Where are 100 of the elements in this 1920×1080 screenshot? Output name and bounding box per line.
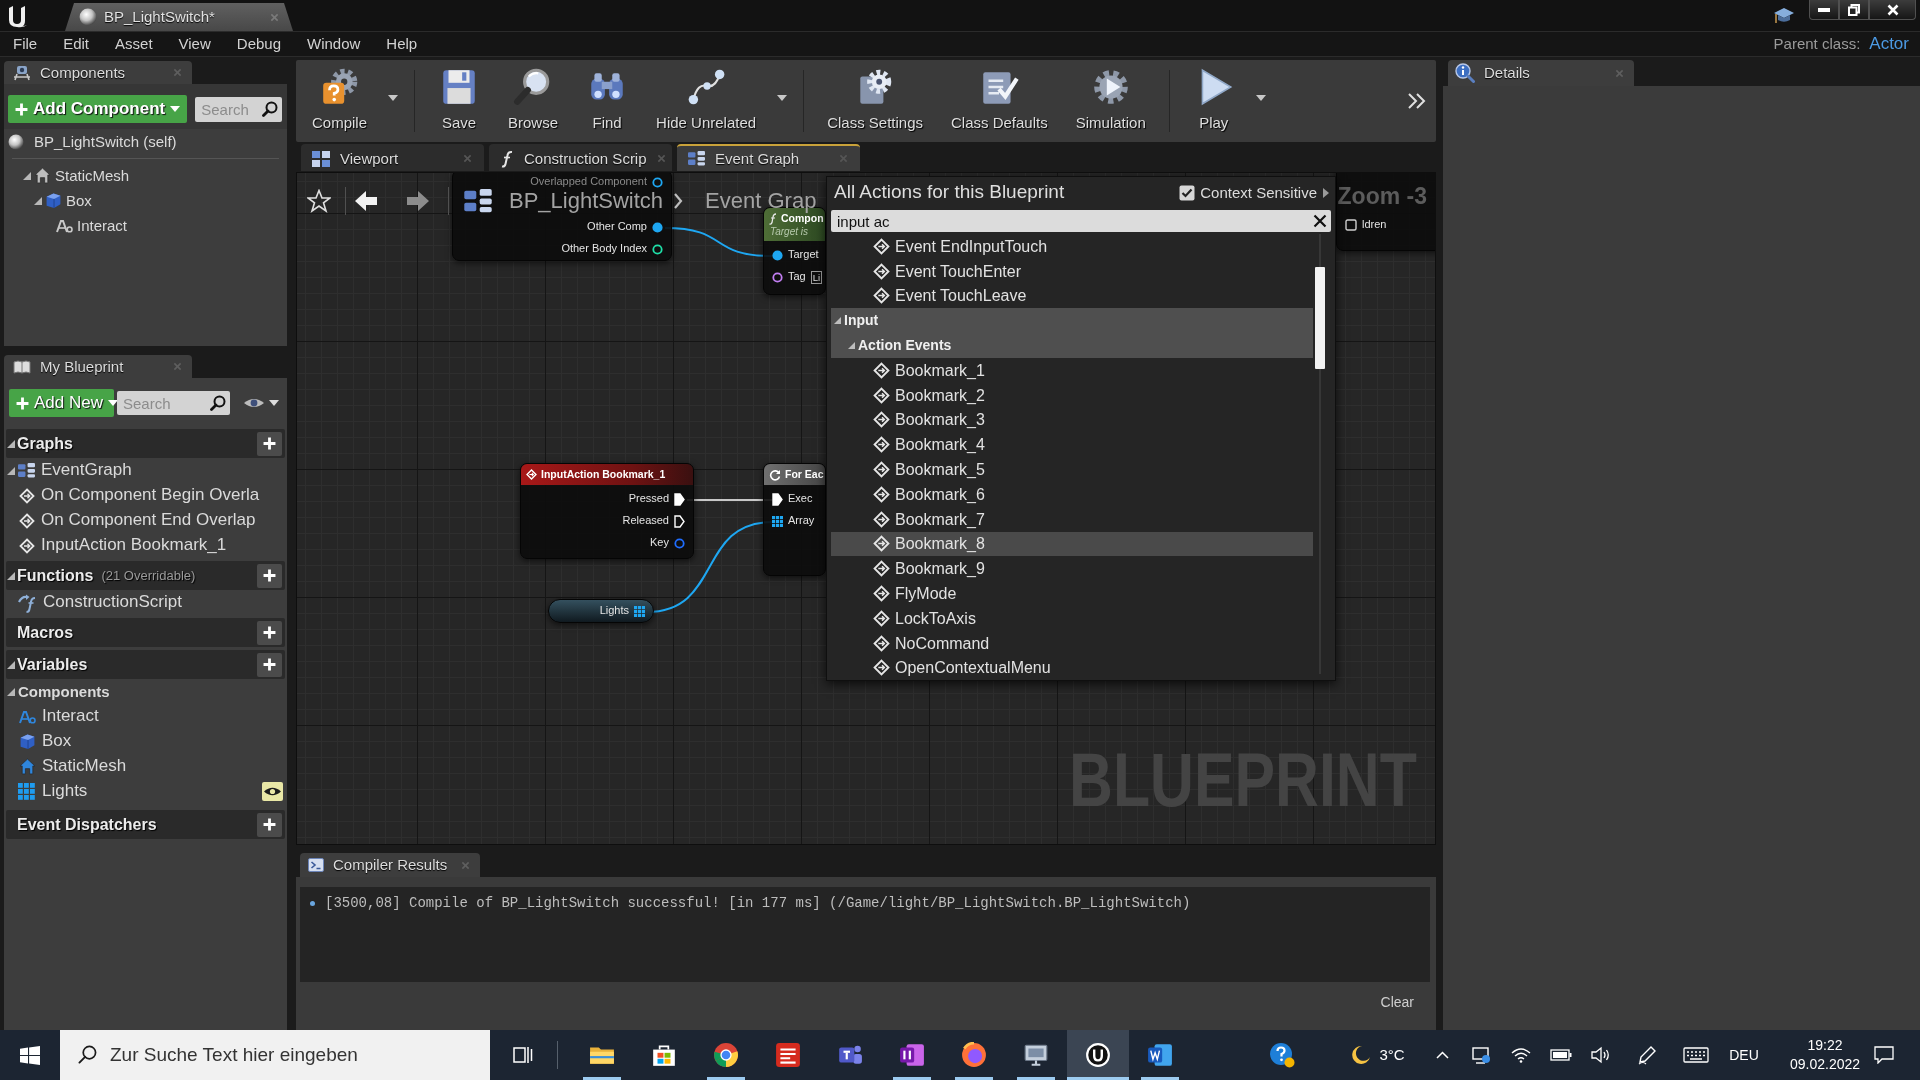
expanded-arrow-icon[interactable]	[848, 342, 855, 350]
tree-item[interactable]: Box	[4, 729, 287, 754]
expanded-arrow-icon[interactable]	[7, 466, 15, 475]
menu-item[interactable]: Edit	[50, 33, 103, 55]
grid-pin-icon[interactable]	[634, 605, 645, 617]
editor-tab[interactable]: Viewport	[301, 144, 484, 171]
variable-node[interactable]: Lights	[548, 599, 654, 623]
data-pin-icon[interactable]	[652, 221, 663, 233]
language-button[interactable]: DEU	[1725, 1030, 1763, 1080]
exec-pin-icon[interactable]	[772, 492, 783, 506]
exec-pin-icon[interactable]	[674, 514, 685, 528]
editor-tab[interactable]: Construction Scrip	[489, 144, 672, 171]
toolbar-button[interactable]: Class Settings	[813, 60, 937, 142]
menu-item[interactable]: Asset	[102, 33, 166, 55]
toolbar-button[interactable]: Play	[1178, 60, 1249, 142]
toolbar-button[interactable]: Class Defaults	[937, 60, 1062, 142]
weather-button[interactable]: 3°C	[1337, 1030, 1419, 1080]
taskbar-button[interactable]	[1067, 1030, 1129, 1080]
expanded-arrow-icon[interactable]	[23, 171, 31, 180]
menu-item[interactable]: Help	[373, 33, 431, 55]
data-pin-icon[interactable]	[652, 176, 663, 188]
toolbar-button[interactable]: Hide Unrelated	[642, 60, 771, 142]
search-field[interactable]: Zur Suche Text hier eingeben	[60, 1030, 490, 1080]
search-field[interactable]: Search	[117, 391, 230, 415]
category-row[interactable]: Input	[831, 308, 1313, 334]
expanded-arrow-icon[interactable]	[834, 317, 841, 325]
action-item[interactable]: Event EndInputTouch	[831, 234, 1313, 259]
search-field[interactable]: input ac	[831, 210, 1331, 232]
expanded-arrow-icon[interactable]	[7, 660, 15, 669]
graph-node[interactable]: InputAction Bookmark_1 Pressed Released Key	[520, 463, 694, 559]
exec-pin-icon[interactable]	[674, 492, 685, 506]
toolbar-button[interactable]: Find	[572, 60, 643, 142]
tree-item[interactable]: Lights	[4, 779, 287, 804]
data-pin-icon[interactable]	[772, 271, 783, 283]
toolbar-button[interactable]: Save	[424, 60, 495, 142]
menu-item[interactable]: View	[165, 33, 224, 55]
restore-button[interactable]	[1839, 0, 1869, 20]
panel-tab[interactable]: Components	[4, 61, 192, 84]
search-field[interactable]: Search	[195, 96, 283, 122]
clear-icon[interactable]	[1313, 214, 1327, 228]
action-item[interactable]: LockToAxis	[831, 605, 1313, 631]
minimize-button[interactable]	[1809, 0, 1839, 20]
panel-tab[interactable]: My Blueprint	[4, 355, 192, 378]
close-button[interactable]	[1869, 0, 1916, 20]
action-item[interactable]: Event TouchLeave	[831, 283, 1313, 309]
submenu-arrow-icon[interactable]	[1323, 187, 1329, 198]
menu-item[interactable]: File	[0, 33, 51, 55]
menu-item[interactable]: Window	[294, 33, 374, 55]
action-item[interactable]: Bookmark_5	[831, 457, 1313, 482]
data-pin-icon[interactable]	[652, 243, 663, 255]
menu-item[interactable]: Debug	[223, 33, 294, 55]
tree-item[interactable]: ConstructionScript	[4, 590, 287, 615]
action-item[interactable]: Bookmark_3	[831, 407, 1313, 433]
checkbox-label[interactable]: Context Sensitive	[1200, 183, 1317, 202]
forward-arrow-icon[interactable]	[406, 190, 430, 212]
action-item[interactable]: OpenContextualMenu	[831, 655, 1313, 678]
add-button[interactable]	[257, 652, 282, 677]
expanded-arrow-icon[interactable]	[7, 439, 15, 448]
tree-item[interactable]: Components	[4, 679, 287, 704]
tree-item[interactable]: InputAction Bookmark_1	[4, 533, 287, 558]
document-tab[interactable]: BP_LightSwitch*	[65, 3, 293, 31]
category-row[interactable]: Action Events	[831, 333, 1313, 358]
checkbox[interactable]	[1179, 184, 1196, 201]
clock-button[interactable]: 19:22 09.02.2022	[1783, 1030, 1867, 1080]
action-item[interactable]: Event TouchEnter	[831, 258, 1313, 284]
tree-item[interactable]: Interact	[4, 704, 287, 729]
action-item[interactable]: Bookmark_8	[831, 531, 1313, 557]
add-button[interactable]	[257, 812, 282, 837]
tree-item[interactable]: Interact	[4, 213, 287, 238]
editor-tab[interactable]: Event Graph	[677, 144, 860, 171]
tree-item[interactable]: EventGraph	[4, 458, 287, 483]
expanded-arrow-icon[interactable]	[7, 687, 15, 696]
action-item[interactable]: Bookmark_6	[831, 481, 1313, 507]
add-button[interactable]	[257, 563, 282, 588]
pin-value-field[interactable]: Li	[810, 270, 823, 284]
action-item[interactable]: FlyMode	[831, 581, 1313, 606]
expanded-arrow-icon[interactable]	[7, 571, 15, 580]
data-pin-icon[interactable]	[772, 249, 783, 261]
panel-tab[interactable]: Details	[1448, 60, 1634, 86]
toolbar-button[interactable]: Simulation	[1061, 60, 1160, 142]
tree-item[interactable]: StaticMesh	[4, 754, 287, 779]
action-item[interactable]: Bookmark_7	[831, 506, 1313, 532]
graph-node[interactable]: For Eac Exec Array	[763, 463, 826, 576]
tree-item[interactable]: BP_LightSwitch (self)	[4, 129, 287, 154]
action-item[interactable]: Bookmark_9	[831, 556, 1313, 582]
eye-icon[interactable]	[262, 782, 283, 801]
action-item[interactable]: Bookmark_4	[831, 432, 1313, 458]
expanded-arrow-icon[interactable]	[34, 196, 42, 205]
toolbar-button[interactable]: Compile	[298, 60, 382, 142]
breadcrumb-link[interactable]: BP_LightSwitch	[509, 187, 664, 215]
tree-item[interactable]: On Component End Overlap	[4, 508, 287, 533]
checkbox[interactable]	[1345, 219, 1357, 231]
star-icon[interactable]	[307, 189, 331, 213]
tree-item[interactable]: StaticMesh	[4, 163, 287, 188]
parent-class-link[interactable]: Actor	[1869, 33, 1909, 55]
action-item[interactable]: NoCommand	[831, 630, 1313, 656]
back-arrow-icon[interactable]	[354, 190, 378, 212]
grid-pin-icon[interactable]	[772, 515, 783, 527]
graduation-cap-icon[interactable]	[1773, 5, 1795, 26]
add-button[interactable]	[257, 620, 282, 645]
